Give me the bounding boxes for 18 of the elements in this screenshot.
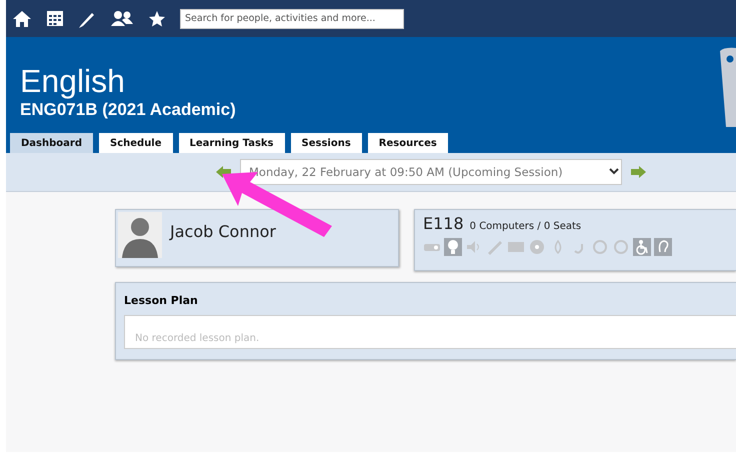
course-title: English — [20, 63, 125, 99]
room-capacity: 0 Computers / 0 Seats — [470, 221, 582, 232]
calendar-icon[interactable] — [46, 10, 64, 27]
room-name: E118 — [423, 214, 464, 233]
star-icon[interactable] — [148, 10, 166, 28]
people-icon[interactable] — [110, 10, 134, 27]
avatar-icon — [118, 212, 162, 258]
course-code: ENG071B (2021 Academic) — [20, 100, 236, 120]
tab[interactable]: Schedule — [99, 133, 173, 153]
tab[interactable]: Resources — [368, 133, 448, 153]
tab[interactable]: Learning Tasks — [178, 133, 285, 153]
section-title: Lesson Plan — [124, 294, 198, 307]
home-icon[interactable] — [12, 10, 32, 28]
tab[interactable]: Dashboard — [10, 133, 93, 153]
empty-message: No recorded lesson plan. — [135, 333, 260, 344]
teacher-name: Jacob Connor — [170, 222, 276, 241]
search-field[interactable]: Search for people, activities and more... — [180, 8, 404, 28]
tab[interactable]: Sessions — [290, 133, 362, 153]
